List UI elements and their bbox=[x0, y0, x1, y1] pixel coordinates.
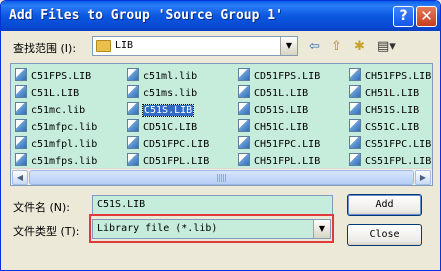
library-file-icon bbox=[349, 119, 361, 132]
library-file-icon bbox=[15, 102, 27, 115]
folder-icon bbox=[96, 40, 111, 52]
list-item[interactable]: c51ml.lib bbox=[127, 68, 197, 84]
scroll-right-button[interactable]: ▶ bbox=[415, 170, 431, 185]
filetype-dropdown-button[interactable]: ▼ bbox=[313, 220, 330, 238]
list-item[interactable]: CH51FPC.LIB bbox=[238, 136, 320, 152]
filetype-label: 文件类型 (T): bbox=[13, 225, 80, 238]
look-in-value: LIB bbox=[115, 40, 134, 51]
list-item[interactable]: c51ms.lib bbox=[127, 85, 197, 101]
filetype-select[interactable]: Library file (*.lib) ▼ bbox=[92, 219, 331, 239]
list-item[interactable]: CD51L.LIB bbox=[238, 85, 308, 101]
library-file-icon bbox=[127, 102, 139, 115]
library-file-icon bbox=[349, 102, 361, 115]
back-icon[interactable]: ⇦ bbox=[309, 39, 320, 55]
library-file-icon bbox=[127, 119, 139, 132]
list-item[interactable]: CS51FPC.LIB bbox=[349, 136, 431, 152]
look-in-label: 查找范围 (I): bbox=[13, 42, 77, 55]
window-title: Add Files to Group 'Source Group 1' bbox=[9, 8, 283, 23]
filename-input[interactable]: C51S.LIB bbox=[92, 195, 333, 215]
list-item[interactable]: CD51C.LIB bbox=[127, 119, 197, 135]
library-file-icon bbox=[349, 85, 361, 98]
library-file-icon bbox=[15, 68, 27, 81]
library-file-icon bbox=[238, 85, 250, 98]
scroll-left-button[interactable]: ◀ bbox=[12, 170, 28, 185]
library-file-icon bbox=[238, 136, 250, 149]
list-item[interactable]: C51L.LIB bbox=[15, 85, 79, 101]
list-item[interactable]: CH51S.LIB bbox=[349, 102, 419, 118]
library-file-icon bbox=[238, 68, 250, 81]
library-file-icon bbox=[238, 119, 250, 132]
list-item[interactable]: CD51FPC.LIB bbox=[127, 136, 209, 152]
close-window-button[interactable]: ✕ bbox=[416, 6, 437, 27]
library-file-icon bbox=[127, 153, 139, 166]
filename-label: 文件名 (N): bbox=[13, 201, 71, 214]
list-item[interactable]: CS51FPL.LIB bbox=[349, 153, 431, 169]
library-file-icon bbox=[349, 153, 361, 166]
library-file-icon bbox=[15, 136, 27, 149]
look-in-combo[interactable]: LIB ▼ bbox=[92, 36, 298, 56]
library-file-icon bbox=[15, 153, 27, 166]
help-button[interactable]: ? bbox=[393, 6, 414, 27]
list-item[interactable]: c51mfps.lib bbox=[15, 153, 97, 169]
list-item-selected[interactable]: C51S.LIB bbox=[127, 102, 195, 118]
list-item[interactable]: C51FPS.LIB bbox=[15, 68, 91, 84]
title-bar: Add Files to Group 'Source Group 1' ? ✕ bbox=[1, 1, 440, 31]
library-file-icon bbox=[349, 68, 361, 81]
close-button[interactable]: Close bbox=[347, 224, 422, 246]
list-item[interactable]: CD51FPS.LIB bbox=[238, 68, 320, 84]
list-item[interactable]: CD51FPL.LIB bbox=[127, 153, 209, 169]
add-button[interactable]: Add bbox=[347, 194, 422, 216]
horizontal-scrollbar[interactable]: ◀ ▶ bbox=[11, 168, 432, 185]
view-menu-icon[interactable]: ▤▾ bbox=[377, 39, 396, 55]
list-item[interactable]: CH51C.LIB bbox=[238, 119, 308, 135]
library-file-icon bbox=[238, 153, 250, 166]
library-file-icon bbox=[127, 136, 139, 149]
list-item[interactable]: c51mfpc.lib bbox=[15, 119, 97, 135]
new-folder-icon[interactable]: ✱ bbox=[354, 39, 365, 55]
scrollbar-thumb[interactable] bbox=[29, 170, 414, 185]
library-file-icon bbox=[15, 119, 27, 132]
list-item[interactable]: CD51S.LIB bbox=[238, 102, 308, 118]
list-item[interactable]: c51mc.lib bbox=[15, 102, 85, 118]
look-in-dropdown-button[interactable]: ▼ bbox=[280, 37, 297, 55]
list-item[interactable]: c51mfpl.lib bbox=[15, 136, 97, 152]
library-file-icon bbox=[15, 85, 27, 98]
file-list[interactable]: C51FPS.LIB C51L.LIB c51mc.lib c51mfpc.li… bbox=[10, 63, 433, 186]
library-file-icon bbox=[238, 102, 250, 115]
list-item[interactable]: CH51FPL.LIB bbox=[238, 153, 320, 169]
list-item[interactable]: CH51FPS.LIB bbox=[349, 68, 431, 84]
library-file-icon bbox=[127, 68, 139, 81]
library-file-icon bbox=[349, 136, 361, 149]
library-file-icon bbox=[127, 85, 139, 98]
add-files-dialog: Add Files to Group 'Source Group 1' ? ✕ … bbox=[0, 0, 441, 271]
up-folder-icon[interactable]: ⇧ bbox=[331, 39, 342, 55]
list-item[interactable]: CH51L.LIB bbox=[349, 85, 419, 101]
filetype-value: Library file (*.lib) bbox=[97, 223, 218, 234]
list-item[interactable]: CS51C.LIB bbox=[349, 119, 419, 135]
grip-icon bbox=[216, 174, 227, 182]
